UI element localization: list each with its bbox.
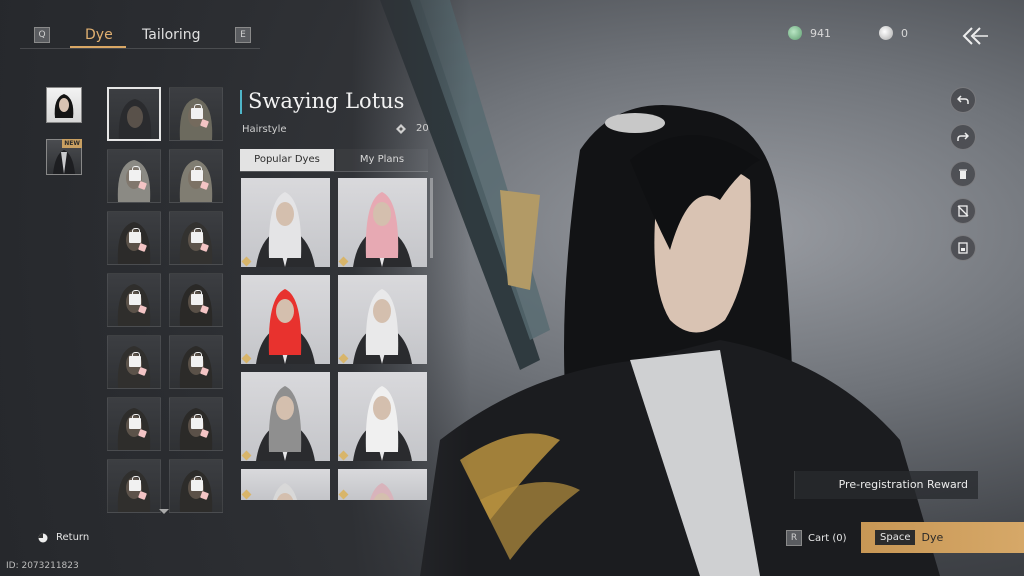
preset-red-hair[interactable]	[241, 275, 330, 364]
hairstyle-category-icon	[54, 94, 74, 118]
pearl-currency-value: 0	[901, 26, 908, 40]
dye-swatch[interactable]	[107, 459, 161, 513]
tab-tailoring[interactable]: Tailoring	[142, 27, 201, 43]
dye-drop-icon	[396, 123, 406, 134]
undo-icon	[957, 95, 969, 104]
dye-swatch[interactable]	[169, 149, 223, 203]
cart-key: R	[786, 530, 802, 546]
preset-character-icon	[353, 192, 412, 267]
top-divider	[20, 48, 260, 49]
save-plan-button[interactable]	[950, 235, 976, 261]
dye-title: Swaying Lotus	[248, 89, 405, 113]
preset-white-hair[interactable]	[241, 178, 330, 267]
dye-swatch[interactable]	[107, 149, 161, 203]
lock-icon	[129, 166, 141, 181]
dye-swatch[interactable]	[169, 335, 223, 389]
jade-coin-icon	[788, 26, 802, 40]
dye-swatch[interactable]	[169, 459, 223, 513]
next-tab-key: E	[235, 27, 251, 43]
preset-character-icon	[353, 289, 412, 364]
dye-count-value: 20	[416, 123, 429, 134]
tab-my-plans[interactable]: My Plans	[336, 149, 428, 171]
tab-popular-dyes[interactable]: Popular Dyes	[240, 149, 334, 171]
dye-swatch[interactable]	[169, 397, 223, 451]
lock-icon	[191, 290, 203, 305]
lock-icon	[129, 352, 141, 367]
lock-icon	[129, 228, 141, 243]
undo-button[interactable]	[950, 87, 976, 113]
preset-partial-1[interactable]	[241, 469, 330, 500]
scroll-down-icon[interactable]	[159, 509, 169, 514]
dye-swatch[interactable]	[107, 87, 161, 141]
preset-character-icon	[353, 386, 412, 461]
pre-registration-reward-button[interactable]: Pre-registration Reward	[794, 471, 978, 499]
dye-swatch[interactable]	[169, 273, 223, 327]
redo-icon	[957, 132, 969, 141]
prev-tab-key: Q	[34, 27, 50, 43]
lock-icon	[129, 476, 141, 491]
dye-swatch[interactable]	[169, 87, 223, 141]
lock-icon	[191, 352, 203, 367]
space-key: Space	[875, 530, 916, 545]
delete-button[interactable]	[950, 161, 976, 187]
mouse-icon	[38, 533, 48, 542]
title-marker	[240, 90, 242, 114]
hide-ui-icon	[957, 205, 969, 217]
dye-swatch[interactable]	[107, 273, 161, 327]
return-label: Return	[56, 532, 90, 543]
lock-icon	[129, 414, 141, 429]
preset-white-hair-2[interactable]	[338, 372, 427, 461]
category-outfit[interactable]: NEW	[46, 139, 82, 175]
dye-category-label: Hairstyle	[242, 124, 287, 135]
preset-grey-hair[interactable]	[241, 372, 330, 461]
preset-character-icon	[369, 483, 395, 500]
preset-character-icon	[256, 192, 315, 267]
tab-dye[interactable]: Dye	[85, 27, 113, 43]
subtab-divider	[240, 171, 428, 172]
dye-swatch[interactable]	[107, 211, 161, 265]
cart-button[interactable]: R Cart (0)	[786, 530, 847, 546]
cart-label: Cart (0)	[808, 532, 847, 544]
lock-icon	[191, 166, 203, 181]
pearl-currency: 0	[879, 26, 908, 40]
hide-ui-button[interactable]	[950, 198, 976, 224]
trash-icon	[959, 169, 967, 179]
hair-preview-icon	[118, 99, 152, 139]
preset-character-icon	[272, 483, 298, 500]
dye-swatch[interactable]	[107, 397, 161, 451]
dye-button[interactable]: Space Dye	[861, 522, 1024, 553]
lock-icon	[191, 414, 203, 429]
return-button[interactable]: Return	[38, 532, 89, 543]
preset-partial-2[interactable]	[338, 469, 427, 500]
dye-button-label: Dye	[921, 531, 944, 544]
user-id: ID: 2073211823	[6, 561, 79, 571]
double-chevron-back-icon[interactable]	[958, 24, 990, 48]
preset-silver-hair[interactable]	[338, 275, 427, 364]
new-badge: NEW	[62, 139, 82, 148]
jade-currency: 941	[788, 26, 831, 40]
preset-character-icon	[256, 386, 315, 461]
preset-character-icon	[256, 289, 315, 364]
dye-swatch[interactable]	[169, 211, 223, 265]
lock-icon	[129, 290, 141, 305]
lock-icon	[191, 228, 203, 243]
save-plan-icon	[958, 242, 968, 254]
lock-icon	[191, 476, 203, 491]
dye-count: 20	[396, 123, 429, 134]
category-hairstyle[interactable]	[46, 87, 82, 123]
preset-pink-hair[interactable]	[338, 178, 427, 267]
preset-scrollbar[interactable]	[430, 178, 433, 258]
pearl-coin-icon	[879, 26, 893, 40]
dye-swatch[interactable]	[107, 335, 161, 389]
redo-button[interactable]	[950, 124, 976, 150]
jade-currency-value: 941	[810, 26, 831, 40]
lock-icon	[191, 104, 203, 119]
